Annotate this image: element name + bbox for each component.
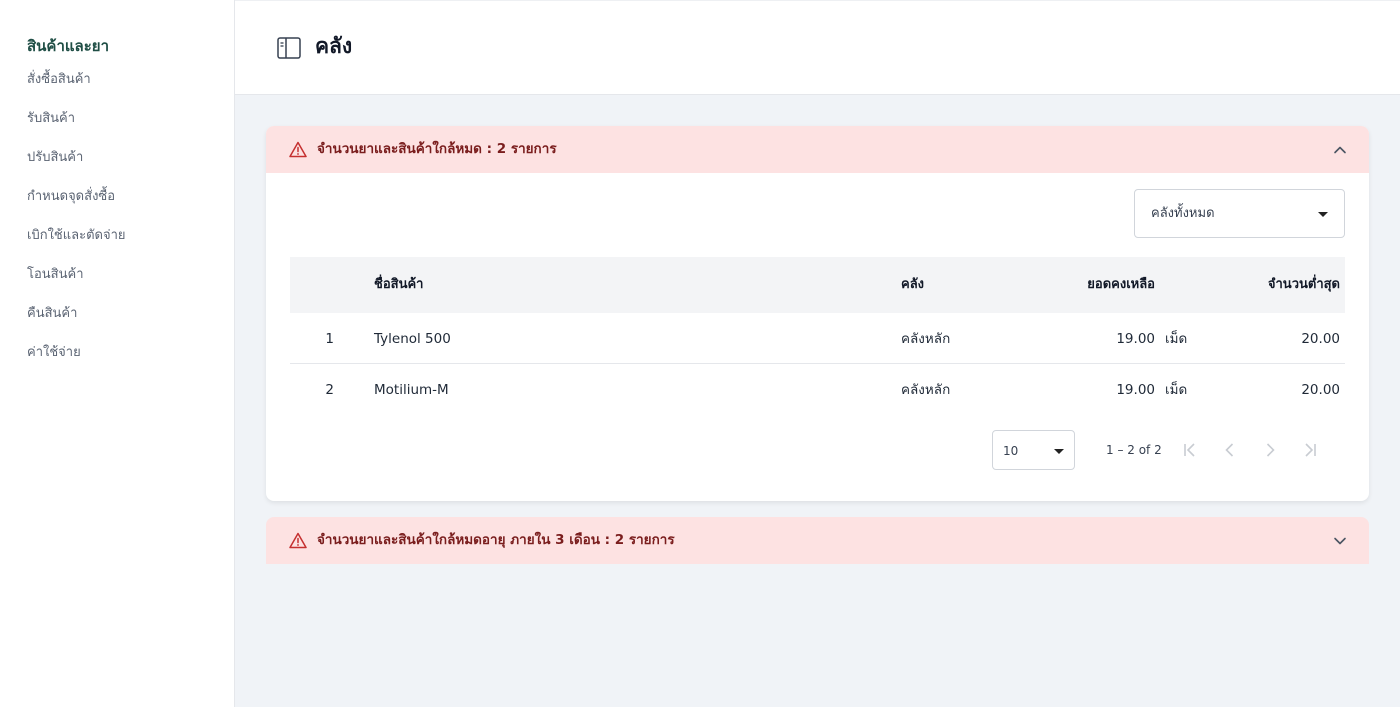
caret-down-icon — [1318, 212, 1328, 217]
sidebar-item-withdraw-dispense[interactable]: เบิกใช้และตัดจ่าย — [0, 216, 234, 255]
column-header-name[interactable]: ชื่อสินค้า — [374, 276, 423, 294]
page-size-select[interactable]: 10 — [992, 430, 1075, 470]
row-product-name: Tylenol 500 — [374, 331, 451, 347]
previous-page-icon[interactable] — [1220, 440, 1240, 460]
row-product-name: Motilium-M — [374, 382, 449, 398]
next-page-icon[interactable] — [1260, 440, 1280, 460]
table-row[interactable]: 2 Motilium-M คลังหลัก 19.00 เม็ด 20.00 — [290, 364, 1345, 415]
low-stock-panel-title: จำนวนยาและสินค้าใกล้หมด : 2 รายการ — [317, 141, 557, 157]
low-stock-panel: จำนวนยาและสินค้าใกล้หมด : 2 รายการ คลังท… — [266, 126, 1369, 501]
low-stock-panel-header[interactable]: จำนวนยาและสินค้าใกล้หมด : 2 รายการ — [266, 126, 1369, 173]
warehouse-filter-select[interactable]: คลังทั้งหมด — [1134, 189, 1345, 238]
warehouse-filter-value: คลังทั้งหมด — [1151, 206, 1215, 221]
row-minimum: 20.00 — [1301, 331, 1340, 347]
row-remaining: 19.00 — [1116, 382, 1155, 398]
expiring-panel-header[interactable]: จำนวนยาและสินค้าใกล้หมดอายุ ภายใน 3 เดือ… — [266, 517, 1369, 564]
table-row[interactable]: 1 Tylenol 500 คลังหลัก 19.00 เม็ด 20.00 — [290, 313, 1345, 364]
column-header-remaining[interactable]: ยอดคงเหลือ — [1050, 276, 1155, 294]
pagination-range: 1 – 2 of 2 — [1106, 443, 1162, 457]
sidebar-item-transfer[interactable]: โอนสินค้า — [0, 255, 234, 294]
sidebar-item-purchase-order[interactable]: สั่งซื้อสินค้า — [0, 60, 234, 99]
page-size-value: 10 — [1003, 444, 1019, 458]
page-header: คลัง — [235, 0, 1400, 95]
row-unit: เม็ด — [1165, 382, 1188, 398]
low-stock-table: ชื่อสินค้า คลัง ยอดคงเหลือ จำนวนต่ำสุด 1… — [290, 257, 1345, 415]
sidebar-item-adjust-stock[interactable]: ปรับสินค้า — [0, 138, 234, 177]
page-title: คลัง — [315, 34, 353, 58]
sidebar-item-expenses[interactable]: ค่าใช้จ่าย — [0, 333, 234, 372]
sidebar-title[interactable]: สินค้าและยา — [0, 34, 234, 58]
row-remaining: 19.00 — [1116, 331, 1155, 347]
last-page-icon[interactable] — [1300, 440, 1320, 460]
expiring-panel-title: จำนวนยาและสินค้าใกล้หมดอายุ ภายใน 3 เดือ… — [317, 532, 675, 548]
sidebar-item-return[interactable]: คืนสินค้า — [0, 294, 234, 333]
row-store: คลังหลัก — [901, 331, 951, 347]
row-store: คลังหลัก — [901, 382, 951, 398]
column-header-minimum[interactable]: จำนวนต่ำสุด — [1268, 276, 1340, 294]
table-header: ชื่อสินค้า คลัง ยอดคงเหลือ จำนวนต่ำสุด — [290, 257, 1345, 313]
column-header-store[interactable]: คลัง — [901, 276, 924, 294]
sidebar-panel-icon[interactable] — [277, 37, 301, 59]
warning-icon — [289, 532, 307, 549]
sidebar-item-reorder-point[interactable]: กำหนดจุดสั่งซื้อ — [0, 177, 234, 216]
chevron-up-icon[interactable] — [1333, 142, 1347, 156]
row-unit: เม็ด — [1165, 331, 1188, 347]
warning-icon — [289, 141, 307, 158]
sidebar: สินค้าและยา สั่งซื้อสินค้า รับสินค้า ปรั… — [0, 0, 235, 707]
caret-down-icon — [1054, 449, 1064, 454]
first-page-icon[interactable] — [1180, 440, 1200, 460]
row-index: 2 — [325, 382, 334, 398]
sidebar-item-receive-goods[interactable]: รับสินค้า — [0, 99, 234, 138]
row-minimum: 20.00 — [1301, 382, 1340, 398]
row-index: 1 — [325, 331, 334, 347]
chevron-down-icon[interactable] — [1333, 533, 1347, 547]
